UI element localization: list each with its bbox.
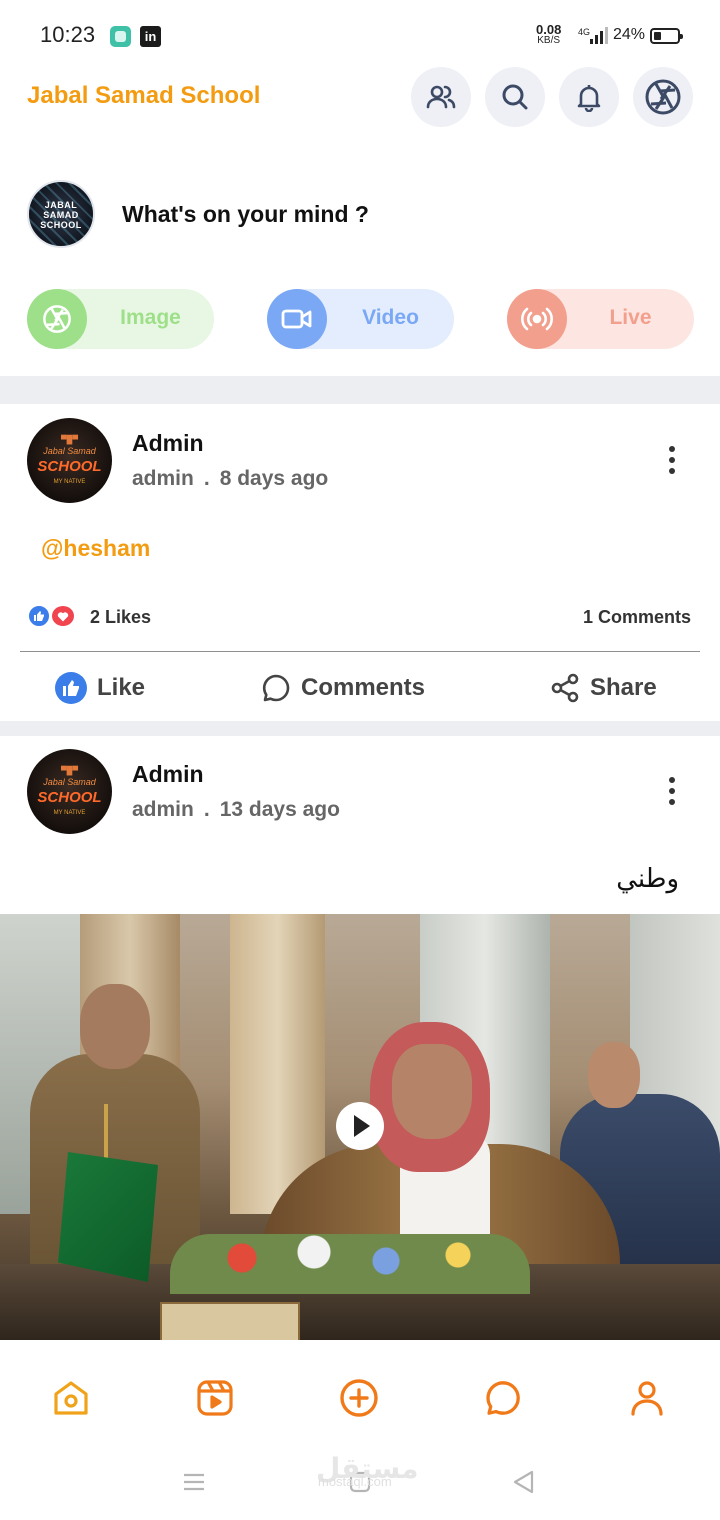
video-scene <box>392 1044 472 1139</box>
reels-icon <box>197 1380 233 1416</box>
camera-aperture-icon <box>645 79 681 115</box>
like-button[interactable]: Like <box>55 670 145 706</box>
post-meta: admin. 13 days ago <box>132 798 340 822</box>
share-icon <box>551 673 579 703</box>
notifications-button[interactable] <box>559 67 619 127</box>
profile-icon <box>631 1381 663 1416</box>
battery-percent: 24% <box>613 26 646 43</box>
profile-tab[interactable] <box>627 1378 667 1418</box>
camera-button[interactable] <box>633 67 693 127</box>
network-speed: 0.08 KB/S <box>536 23 561 46</box>
avatar-emblem: ▀█▀ <box>60 435 78 444</box>
like-label: Like <box>97 674 146 701</box>
comments-count[interactable]: 1 Comments <box>583 607 691 628</box>
post-options-button[interactable] <box>662 777 682 811</box>
video-button[interactable]: Video <box>267 289 454 349</box>
video-camera-icon <box>267 289 327 349</box>
reels-tab[interactable] <box>195 1378 235 1418</box>
chat-icon <box>486 1381 520 1415</box>
avatar-text-line1: Jabal Samad <box>43 777 96 787</box>
like-reaction-icon <box>27 604 51 628</box>
post-options-button[interactable] <box>662 446 682 480</box>
post-username: admin <box>132 798 194 821</box>
meta-separator: . <box>203 798 210 821</box>
likes-count[interactable]: 2 Likes <box>90 607 151 628</box>
post-username: admin <box>132 467 194 490</box>
post-author-name[interactable]: Admin <box>132 761 204 788</box>
search-button[interactable] <box>485 67 545 127</box>
friends-button[interactable] <box>411 67 471 127</box>
status-time: 10:23 <box>40 22 96 47</box>
like-icon <box>55 672 87 704</box>
post-text: وطني <box>616 864 679 894</box>
post-author-avatar[interactable]: ▀█▀ Jabal Samad SCHOOL MY NATIVE <box>27 749 112 834</box>
comments-label: Comments <box>301 674 426 701</box>
comment-bubble-icon <box>262 674 290 702</box>
compose-prompt[interactable]: What's on your mind ? <box>122 201 369 228</box>
image-button[interactable]: Image <box>27 289 214 349</box>
bottom-nav <box>0 1340 720 1450</box>
linkedin-icon: in <box>140 26 161 47</box>
video-scene <box>170 1234 530 1294</box>
video-scene <box>58 1152 158 1282</box>
user-avatar[interactable]: JABAL SAMAD SCHOOL <box>27 180 95 248</box>
video-scene <box>104 1104 108 1164</box>
play-button[interactable] <box>336 1102 384 1150</box>
video-scene <box>588 1042 640 1108</box>
broadcast-icon <box>507 289 567 349</box>
post-time: 8 days ago <box>219 467 329 490</box>
home-tab[interactable] <box>51 1378 91 1418</box>
reaction-icons <box>27 604 79 628</box>
share-label: Share <box>590 674 657 701</box>
post-divider <box>20 651 700 652</box>
post-author-avatar[interactable]: ▀█▀ Jabal Samad SCHOOL MY NATIVE <box>27 418 112 503</box>
back-icon <box>513 1470 534 1494</box>
video-scene <box>160 1302 300 1340</box>
signal-icon: 4G <box>578 26 610 51</box>
status-bar: 10:23 in 0.08 KB/S 4G 24% <box>0 0 720 72</box>
post-separator <box>0 721 720 736</box>
avatar-emblem: ▀█▀ <box>60 766 78 775</box>
search-icon <box>502 84 528 110</box>
comments-button[interactable]: Comments <box>261 670 425 706</box>
network-speed-unit: KB/S <box>537 35 561 46</box>
watermark-url: mostaql.com <box>318 1474 392 1489</box>
video-button-label: Video <box>362 306 419 329</box>
app-title: Jabal Samad School <box>27 82 261 109</box>
section-divider <box>0 376 720 404</box>
friends-icon <box>426 85 456 109</box>
battery-icon <box>650 28 683 44</box>
post-time: 13 days ago <box>219 798 340 821</box>
video-scene <box>80 984 150 1069</box>
avatar-text-line3: MY NATIVE <box>53 479 86 485</box>
menu-icon <box>184 1473 204 1491</box>
live-button-label: Live <box>609 306 652 329</box>
avatar-text-line3: MY NATIVE <box>53 810 86 816</box>
chat-tab[interactable] <box>483 1378 523 1418</box>
aperture-icon <box>27 289 87 349</box>
avatar-text-line1: Jabal Samad <box>43 446 96 456</box>
add-icon <box>340 1379 378 1417</box>
post-meta: admin. 8 days ago <box>132 467 328 491</box>
avatar-text-line2: SCHOOL <box>37 789 102 806</box>
notification-app-icon <box>110 26 131 47</box>
image-button-label: Image <box>120 306 181 329</box>
bell-icon <box>577 85 601 112</box>
create-post-tab[interactable] <box>339 1378 379 1418</box>
post-mention[interactable]: @hesham <box>41 535 150 562</box>
love-reaction-icon <box>50 604 76 628</box>
avatar-logo-text: JABAL SAMAD SCHOOL <box>40 200 82 230</box>
home-icon <box>54 1381 88 1415</box>
avatar-text-line2: SCHOOL <box>37 458 102 475</box>
network-type: 4G <box>578 27 590 37</box>
post-author-name[interactable]: Admin <box>132 430 204 457</box>
live-button[interactable]: Live <box>507 289 694 349</box>
share-button[interactable]: Share <box>550 670 657 706</box>
meta-separator: . <box>203 467 210 490</box>
